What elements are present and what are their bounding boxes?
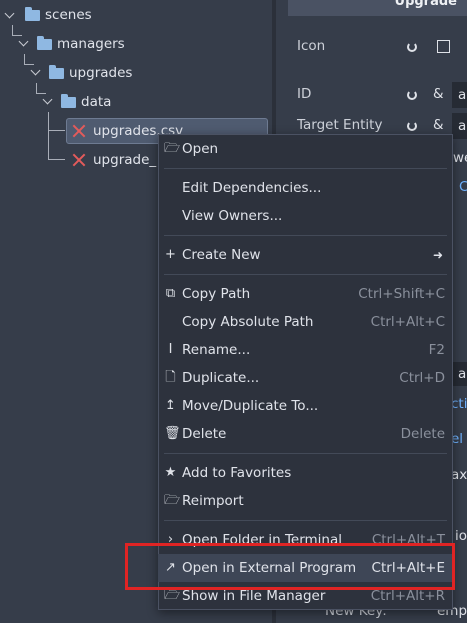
- copy-icon: ⧉: [165, 286, 176, 301]
- folder-icon: [49, 65, 64, 79]
- tree-item-upgrade-file[interactable]: upgrade_: [93, 146, 156, 174]
- inspector-title: Upgrade: [394, 0, 457, 9]
- folder-icon: [61, 94, 76, 108]
- menu-item-create-new[interactable]: + Create New ➜: [158, 241, 453, 269]
- field-label-id: ID: [297, 86, 312, 102]
- missing-file-icon: [72, 124, 86, 138]
- tree-item-upgrades[interactable]: upgrades: [69, 59, 132, 87]
- menu-item-duplicate[interactable]: 🗋 Duplicate... Ctrl+D: [158, 364, 453, 392]
- menu-item-rename[interactable]: I Rename... F2: [158, 336, 453, 364]
- inspector-fragment: a: [452, 362, 467, 386]
- menu-item-move-duplicate-to[interactable]: ↥ Move/Duplicate To...: [158, 392, 453, 420]
- rename-icon: I: [168, 342, 173, 357]
- trash-icon: 🗑: [164, 426, 181, 441]
- menu-item-view-owners[interactable]: View Owners...: [158, 202, 453, 230]
- tree-connector: [12, 25, 22, 36]
- tree-item-data[interactable]: data: [81, 88, 111, 116]
- inspector-fragment: io: [455, 528, 467, 544]
- menu-separator: [164, 453, 447, 454]
- plus-icon: +: [165, 247, 176, 262]
- tree-item-scenes[interactable]: scenes: [45, 1, 92, 29]
- folder-icon: [37, 36, 52, 50]
- menu-separator: [164, 274, 447, 275]
- inspector-fragment: ax: [451, 467, 467, 483]
- tree-connector: [48, 112, 65, 131]
- missing-file-icon: [72, 153, 86, 167]
- menu-item-delete[interactable]: 🗑 Delete Delete: [158, 420, 453, 448]
- menu-separator: [164, 168, 447, 169]
- star-icon: ★: [164, 465, 177, 480]
- menu-item-open[interactable]: 🗁 Open: [158, 135, 453, 163]
- inspector-fragment: ctio: [451, 396, 467, 412]
- menu-item-copy-path[interactable]: ⧉ Copy Path Ctrl+Shift+C: [158, 280, 453, 308]
- ampersand-icon: &: [433, 117, 444, 133]
- inspector-fragment: C: [459, 179, 467, 195]
- ampersand-icon: &: [433, 86, 444, 102]
- menu-separator: [164, 520, 447, 521]
- revert-icon[interactable]: [407, 42, 417, 52]
- tree-connector: [36, 83, 46, 94]
- menu-item-add-to-favorites[interactable]: ★ Add to Favorites: [158, 459, 453, 487]
- field-label-target-entity: Target Entity: [297, 117, 383, 133]
- tree-connector: [24, 54, 34, 65]
- target-entity-value[interactable]: a: [452, 113, 467, 139]
- revert-icon[interactable]: [407, 90, 417, 100]
- menu-item-copy-absolute-path[interactable]: Copy Absolute Path Ctrl+Alt+C: [158, 308, 453, 336]
- tree-connector: [48, 130, 65, 160]
- folder-open-icon: 🗁: [164, 141, 181, 156]
- move-icon: ↥: [165, 398, 176, 413]
- menu-item-edit-dependencies[interactable]: Edit Dependencies...: [158, 174, 453, 202]
- menu-item-reimport[interactable]: 🗁 Reimport: [158, 487, 453, 515]
- menu-separator: [164, 235, 447, 236]
- inspector-header: Upgrade: [288, 0, 467, 16]
- inspector-fragment: we: [453, 150, 467, 166]
- submenu-arrow-icon: ➜: [433, 248, 444, 262]
- revert-icon[interactable]: [407, 121, 417, 131]
- tree-item-managers[interactable]: managers: [57, 30, 125, 58]
- edit-icon[interactable]: [437, 40, 450, 53]
- highlight-annotation-box: [125, 543, 455, 590]
- filesystem-icon: 🗁: [164, 588, 181, 603]
- field-label-icon: Icon: [297, 38, 326, 54]
- reimport-icon: 🗁: [164, 493, 181, 508]
- duplicate-icon: 🗋: [165, 370, 176, 385]
- folder-icon: [25, 7, 40, 21]
- id-value[interactable]: a: [452, 82, 467, 108]
